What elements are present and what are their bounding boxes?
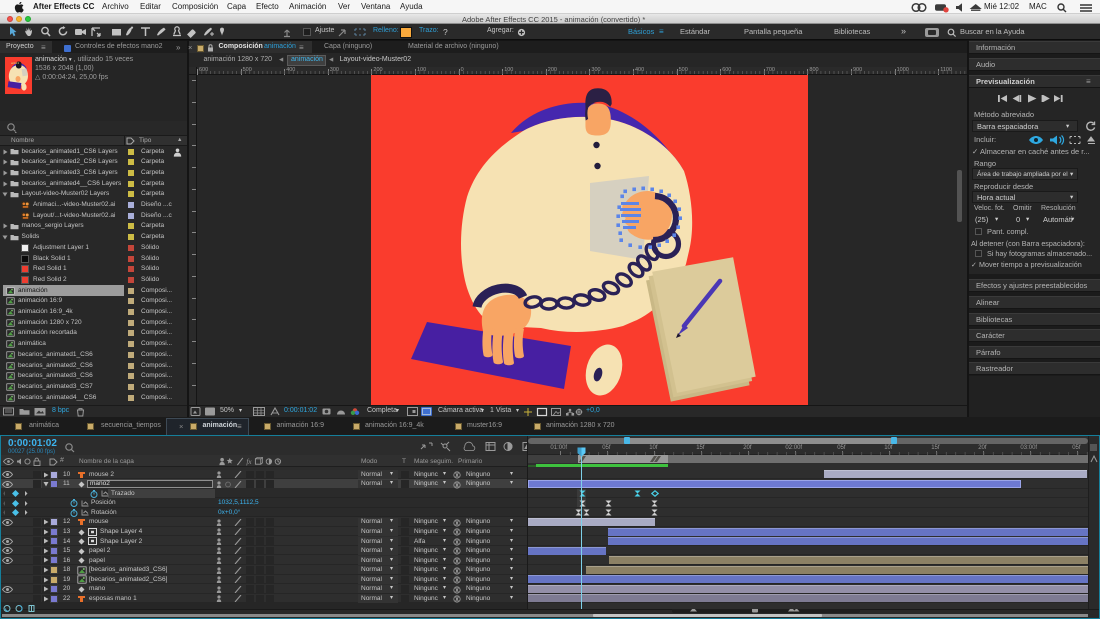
svg-text:wrk13: wrk13 — [11, 61, 19, 65]
svg-text:fx: fx — [246, 458, 252, 466]
